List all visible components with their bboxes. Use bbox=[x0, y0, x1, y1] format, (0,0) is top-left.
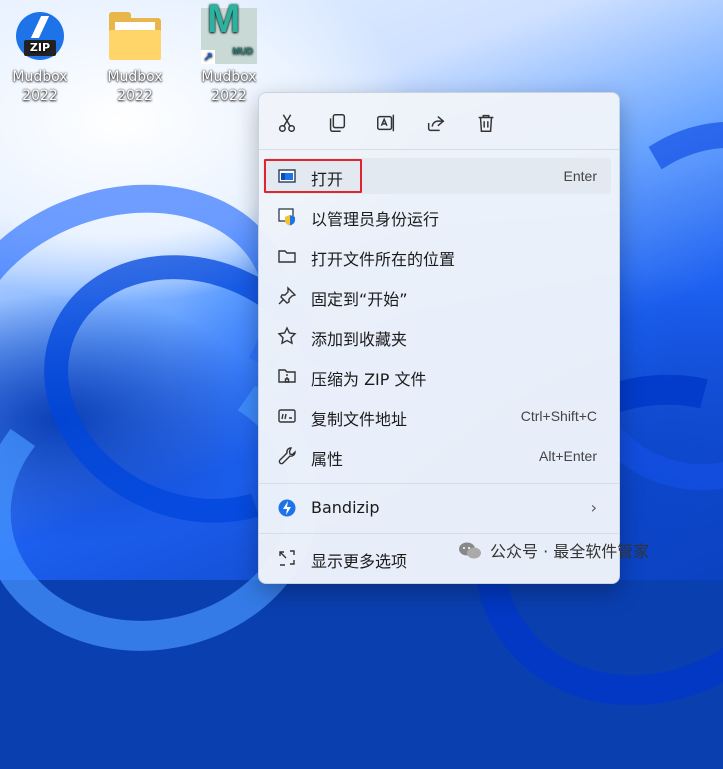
share-icon bbox=[427, 116, 445, 132]
mudbox-app-icon: M MUD ↗ bbox=[201, 0, 257, 64]
menu-item-label: 打开 bbox=[311, 170, 344, 189]
context-menu: 打开 Enter 以管理员身份运行 打开文件所在的位置 固定到“开始” 添加到收… bbox=[258, 92, 620, 584]
pin-icon bbox=[277, 286, 297, 306]
zip-folder-icon bbox=[277, 366, 297, 386]
menu-item-open[interactable]: 打开 Enter bbox=[263, 158, 611, 194]
menu-item-properties[interactable]: 属性 Alt+Enter bbox=[263, 438, 611, 474]
menu-separator bbox=[259, 149, 619, 150]
desktop-icon-label: 2022 bbox=[117, 88, 153, 104]
menu-item-shortcut: Alt+Enter bbox=[539, 448, 597, 464]
star-icon bbox=[277, 326, 297, 346]
folder-icon bbox=[277, 246, 297, 266]
delete-button[interactable] bbox=[472, 109, 500, 137]
menu-item-label: 属性 bbox=[311, 450, 344, 469]
desktop-icon-label: Mudbox bbox=[201, 69, 257, 85]
desktop-icon-mudbox-zip[interactable]: ZIP Mudbox 2022 bbox=[0, 2, 80, 106]
quick-action-bar bbox=[259, 93, 619, 149]
shortcut-arrow-icon: ↗ bbox=[201, 50, 215, 64]
shield-icon bbox=[277, 206, 297, 226]
share-button[interactable] bbox=[422, 109, 450, 137]
desktop-icon-mudbox-folder[interactable]: Mudbox 2022 bbox=[95, 2, 175, 106]
menu-item-open-file-location[interactable]: 打开文件所在的位置 bbox=[263, 238, 611, 274]
menu-item-label: 以管理员身份运行 bbox=[311, 210, 440, 229]
wrench-icon bbox=[277, 446, 297, 466]
menu-item-label: 显示更多选项 bbox=[311, 552, 408, 571]
bandizip-icon bbox=[277, 498, 297, 518]
menu-item-label: Bandizip bbox=[311, 498, 380, 517]
menu-item-label: 打开文件所在的位置 bbox=[311, 250, 456, 269]
menu-item-pin-to-start[interactable]: 固定到“开始” bbox=[263, 278, 611, 314]
rename-button[interactable] bbox=[372, 109, 400, 137]
menu-item-run-as-admin[interactable]: 以管理员身份运行 bbox=[263, 198, 611, 234]
menu-item-shortcut: Enter bbox=[563, 168, 597, 184]
watermark-text: 公众号 · 最全软件管家 bbox=[490, 542, 650, 561]
menu-separator bbox=[259, 483, 619, 484]
copy-icon bbox=[329, 114, 346, 132]
chevron-right-icon: › bbox=[590, 498, 597, 517]
scissors-icon bbox=[278, 114, 296, 132]
desktop-icon-label: Mudbox bbox=[12, 69, 68, 85]
menu-item-copy-as-path[interactable]: 复制文件地址 Ctrl+Shift+C bbox=[263, 398, 611, 434]
menu-item-label: 压缩为 ZIP 文件 bbox=[311, 370, 427, 389]
folder-icon bbox=[107, 8, 163, 64]
menu-item-label: 固定到“开始” bbox=[311, 290, 408, 309]
menu-item-add-to-favorites[interactable]: 添加到收藏夹 bbox=[263, 318, 611, 354]
desktop-icon-mudbox-app[interactable]: M MUD ↗ Mudbox 2022 bbox=[189, 0, 269, 106]
watermark: 公众号 · 最全软件管家 bbox=[458, 538, 649, 562]
menu-item-bandizip[interactable]: Bandizip › bbox=[263, 490, 611, 526]
open-window-icon bbox=[277, 166, 297, 186]
desktop-icon-label: 2022 bbox=[22, 88, 58, 104]
copy-path-icon bbox=[277, 406, 297, 426]
menu-item-shortcut: Ctrl+Shift+C bbox=[520, 408, 597, 424]
rename-icon bbox=[377, 114, 395, 132]
menu-item-compress-to-zip[interactable]: 压缩为 ZIP 文件 bbox=[263, 358, 611, 394]
trash-icon bbox=[478, 114, 494, 132]
menu-separator bbox=[259, 533, 619, 534]
more-options-icon bbox=[277, 548, 297, 568]
menu-item-label: 添加到收藏夹 bbox=[311, 330, 408, 349]
copy-button[interactable] bbox=[323, 109, 351, 137]
desktop-icon-label: 2022 bbox=[211, 88, 247, 104]
cut-button[interactable] bbox=[273, 109, 301, 137]
zip-archive-icon: ZIP bbox=[12, 8, 68, 64]
desktop-icon-label: Mudbox bbox=[107, 69, 163, 85]
wechat-icon bbox=[459, 542, 481, 559]
menu-item-label: 复制文件地址 bbox=[311, 410, 408, 429]
